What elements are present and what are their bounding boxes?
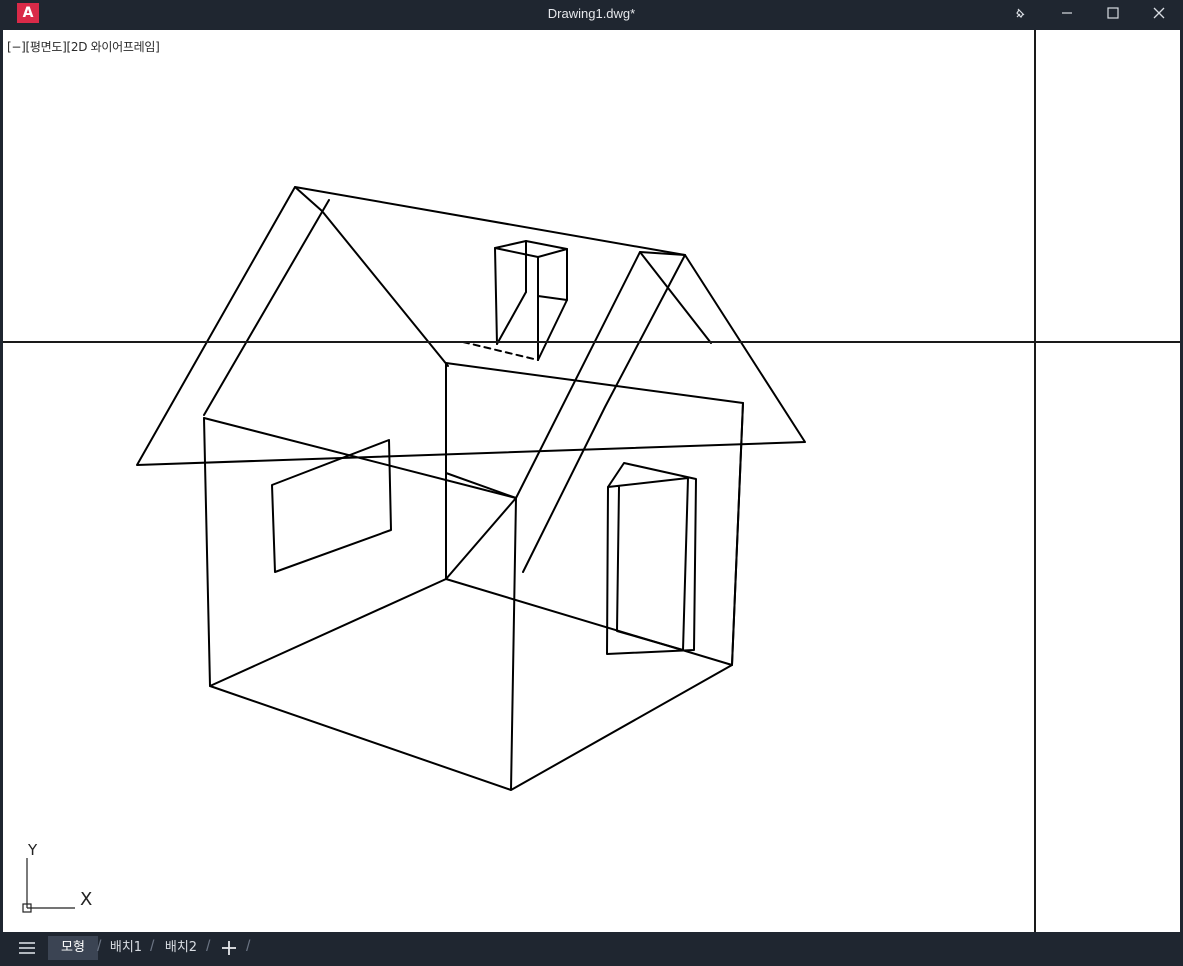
- wall-top-left: [203, 417, 517, 499]
- viewport-controls-label[interactable]: [−][평면도][2D 와이어프레임]: [7, 38, 160, 55]
- pin-icon: [1016, 8, 1025, 18]
- add-layout-button[interactable]: [219, 938, 239, 958]
- chimney-base: [496, 291, 568, 361]
- wall-inner-right: [445, 365, 733, 666]
- roof-left-gable: [203, 199, 330, 416]
- roof-left-ridge: [294, 186, 449, 367]
- minimize-button[interactable]: [1044, 0, 1090, 28]
- layout-menu-button[interactable]: [17, 940, 37, 956]
- roof-right-gable-back: [522, 254, 686, 573]
- chimney-top: [494, 240, 568, 258]
- drawing-viewport[interactable]: [−][평면도][2D 와이어프레임] Y X: [3, 30, 1180, 932]
- tab-layout2[interactable]: 배치2: [158, 936, 204, 960]
- title-bar: A Drawing1.dwg*: [0, 0, 1183, 28]
- roof-right-edge: [639, 251, 712, 344]
- right-door: [606, 462, 697, 655]
- walls: [203, 362, 744, 791]
- crosshair-cursor: [3, 30, 1180, 932]
- floor-back-edge: [209, 578, 447, 687]
- maximize-icon: [1107, 7, 1119, 19]
- roof-outline: [136, 186, 806, 466]
- corner-edge: [445, 497, 517, 580]
- hamburger-icon: [19, 942, 35, 954]
- tab-model[interactable]: 모형: [48, 936, 98, 960]
- tab-separator: /: [150, 938, 155, 955]
- right-door-leaf: [607, 477, 689, 651]
- house-wireframe: [136, 186, 806, 791]
- tab-separator: /: [246, 938, 251, 955]
- tab-layout1[interactable]: 배치1: [104, 936, 148, 960]
- tab-separator: /: [206, 938, 211, 955]
- ucs-y-label: Y: [28, 841, 38, 859]
- pin-button[interactable]: [997, 0, 1043, 28]
- ucs-x-label: X: [80, 889, 93, 910]
- close-icon: [1153, 7, 1165, 19]
- layout-tab-bar: 모형 / 배치1 / 배치2 / /: [0, 932, 1183, 966]
- house-wireframe-drawing[interactable]: [3, 30, 1180, 932]
- close-button[interactable]: [1136, 0, 1182, 28]
- maximize-button[interactable]: [1090, 0, 1136, 28]
- minimize-icon: [1062, 12, 1072, 14]
- chimney-hidden-edge: [462, 341, 539, 361]
- ucs-icon: [22, 858, 75, 913]
- plus-icon: [222, 941, 236, 955]
- tab-separator: /: [97, 938, 102, 955]
- wall-right-edge: [731, 402, 744, 666]
